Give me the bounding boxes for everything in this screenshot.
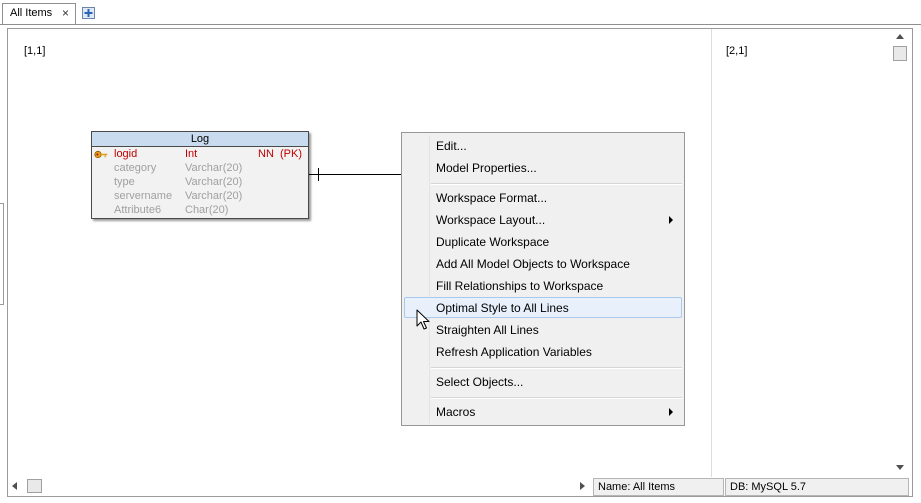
attribute-type: Int [185,148,198,160]
mouse-pointer-icon [416,309,430,334]
menu-item-select-objects[interactable]: Select Objects... [402,371,684,393]
attribute-type: Char(20) [185,204,229,216]
attribute-name: logid [114,148,138,160]
menu-item-macros[interactable]: Macros [402,401,684,423]
menu-item-optimal-style[interactable]: Optimal Style to All Lines [402,297,684,319]
page-divider [711,29,712,477]
menu-item-model-properties[interactable]: Model Properties... [402,157,684,179]
attribute-name: type [114,176,135,188]
menu-item-label: Refresh Application Variables [436,345,592,359]
tab-label: All Items [10,7,53,19]
menu-item-label: Workspace Layout... [436,213,546,227]
close-icon[interactable]: × [62,6,69,20]
new-tab-icon[interactable] [82,7,95,19]
attribute-name: category [114,162,157,174]
page-label-1-1: [1,1] [24,45,46,57]
menu-item-straighten-lines[interactable]: Straighten All Lines [402,319,684,341]
entity-log[interactable]: Log logid Int NN (PK) category Varchar(2… [91,131,309,219]
menu-item-label: Select Objects... [436,375,524,389]
menu-separator [431,183,682,185]
left-panel-edge [0,203,4,305]
attribute-row[interactable]: Attribute6 Char(20) [92,203,308,217]
submenu-arrow-icon [669,216,673,224]
scroll-up-icon[interactable] [896,34,904,39]
tab-all-items[interactable]: All Items × [2,3,76,24]
menu-item-refresh-variables[interactable]: Refresh Application Variables [402,341,684,363]
relationship-line[interactable] [309,174,402,175]
vertical-scrollbar[interactable] [892,29,909,477]
horizontal-scroll-thumb[interactable] [27,479,42,493]
menu-item-add-all-model-objects[interactable]: Add All Model Objects to Workspace [402,253,684,275]
menu-item-fill-relationships[interactable]: Fill Relationships to Workspace [402,275,684,297]
vertical-scroll-thumb[interactable] [893,46,907,61]
tab-strip: All Items × [0,0,921,25]
attribute-type: Varchar(20) [185,162,243,174]
attribute-name: Attribute6 [114,204,162,216]
menu-item-workspace-format[interactable]: Workspace Format... [402,187,684,209]
page-label-2-1: [2,1] [726,45,748,57]
menu-item-label: Edit... [436,139,467,153]
attribute-row[interactable]: servername Varchar(20) [92,189,308,203]
context-menu: Edit... Model Properties... Workspace Fo… [401,132,685,426]
attribute-row[interactable]: logid Int NN (PK) [92,147,308,161]
menu-separator [431,367,682,369]
menu-item-label: Workspace Format... [436,191,548,205]
menu-item-duplicate-workspace[interactable]: Duplicate Workspace [402,231,684,253]
entity-title: Log [92,132,308,147]
attribute-row[interactable]: category Varchar(20) [92,161,308,175]
menu-item-edit[interactable]: Edit... [402,135,684,157]
menu-item-label: Optimal Style to All Lines [436,301,569,315]
menu-item-label: Duplicate Workspace [436,235,550,249]
menu-separator [431,397,682,399]
scroll-right-icon[interactable] [580,482,585,490]
attribute-primary-key: (PK) [280,148,302,160]
scroll-left-icon[interactable] [12,482,17,490]
attribute-not-null: NN [258,148,274,160]
tab-baseline [0,24,921,25]
menu-item-label: Straighten All Lines [436,323,539,337]
attribute-type: Varchar(20) [185,190,243,202]
menu-item-workspace-layout[interactable]: Workspace Layout... [402,209,684,231]
scroll-down-icon[interactable] [896,465,904,470]
submenu-arrow-icon [669,408,673,416]
relationship-cardinality-mark [318,168,319,181]
menu-item-label: Add All Model Objects to Workspace [436,257,630,271]
attribute-type: Varchar(20) [185,176,243,188]
menu-item-label: Macros [436,405,476,419]
attribute-name: servername [114,190,173,202]
attribute-row[interactable]: type Varchar(20) [92,175,308,189]
menu-item-label: Fill Relationships to Workspace [436,279,604,293]
menu-item-label: Model Properties... [436,161,537,175]
status-db: DB: MySQL 5.7 [725,478,909,496]
status-name: Name: All Items [593,478,724,496]
horizontal-scrollbar[interactable] [8,478,592,495]
